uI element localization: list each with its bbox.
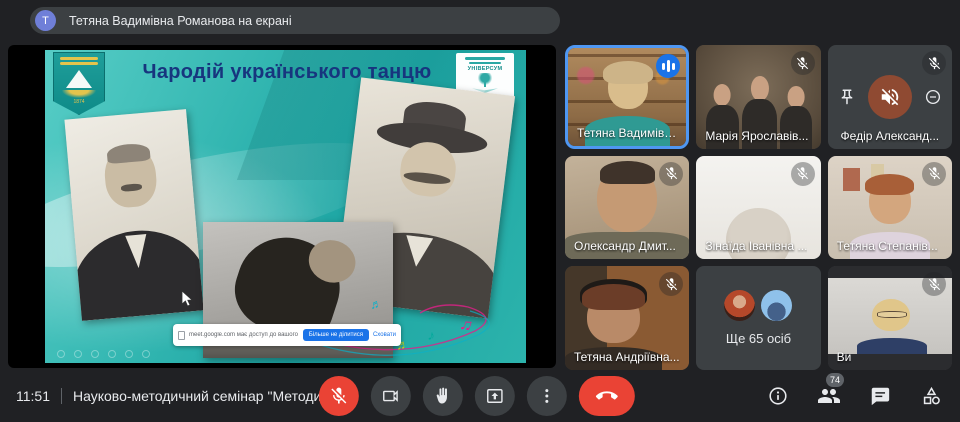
chat-panel-button[interactable]	[867, 383, 893, 409]
participant-name: Тетяна Степанів...	[837, 239, 938, 253]
emblem-book-icon	[66, 70, 92, 88]
participant-tile-zinaida[interactable]: Зінаїда Іванівна ...	[696, 156, 820, 260]
pin-icon[interactable]	[838, 88, 856, 106]
overflow-avatars	[724, 290, 792, 321]
participants-count-badge: 74	[826, 373, 844, 387]
raise-hand-button[interactable]	[423, 376, 463, 416]
stop-sharing-button[interactable]: Більше не ділитися	[303, 329, 369, 341]
overflow-participants-tile[interactable]: Ще 65 осіб	[696, 266, 820, 370]
participant-name: Тетяна Андріївна...	[574, 350, 680, 364]
camera-toggle-button[interactable]	[371, 376, 411, 416]
participant-name: Тетяна Вадимівн...	[577, 126, 679, 140]
meeting-details-button[interactable]	[765, 383, 791, 409]
top-bar: T Тетяна Вадимівна Романова на екрані	[0, 0, 960, 40]
participant-tile-oleksandr[interactable]: Олександр Дмит...	[565, 156, 689, 260]
present-screen-button[interactable]	[475, 376, 515, 416]
call-end-icon	[596, 385, 618, 407]
present-icon	[485, 386, 505, 406]
avatar	[724, 290, 755, 321]
people-icon	[817, 384, 841, 408]
mic-off-icon	[659, 162, 683, 186]
more-vert-icon	[537, 386, 557, 406]
screen-share-notification: meet.google.com має доступ до вашого екр…	[173, 324, 401, 346]
hide-notification-link[interactable]: Сховати	[373, 332, 396, 338]
university-emblem: 1874	[53, 52, 105, 115]
meeting-title: Науково-методичний семінар "Методика...	[73, 388, 328, 404]
participant-name: Зінаїда Іванівна ...	[705, 239, 807, 253]
meet-window: T Тетяна Вадимівна Романова на екрані 18…	[0, 0, 960, 422]
participant-tile-tetyana-stepanivna[interactable]: Тетяна Степанів...	[828, 156, 952, 260]
self-view-label: Ви	[837, 350, 852, 364]
participant-tile-fedir[interactable]: Федір Александ...	[828, 45, 952, 149]
presenting-banner: T Тетяна Вадимівна Романова на екрані	[30, 7, 560, 34]
mic-toggle-button[interactable]	[319, 376, 359, 416]
participant-name: Олександр Дмит...	[574, 239, 676, 253]
overflow-count-label: Ще 65 осіб	[726, 331, 791, 346]
self-view-tile[interactable]: Ви	[828, 266, 952, 370]
mic-off-icon	[922, 162, 946, 186]
participants-grid: Тетяна Вадимівн... Марія Ярославів...	[565, 45, 952, 370]
mic-off-icon	[329, 386, 349, 406]
watermark-dots	[57, 350, 150, 358]
share-message: meet.google.com має доступ до вашого екр…	[189, 332, 299, 338]
avatar	[761, 290, 792, 321]
mic-off-icon	[922, 51, 946, 75]
mic-off-icon	[791, 162, 815, 186]
bottom-bar: 11:51 Науково-методичний семінар "Методи…	[0, 370, 960, 422]
participant-tile-tetyana-andriivna[interactable]: Тетяна Андріївна...	[565, 266, 689, 370]
camera-icon	[381, 386, 401, 406]
mouse-cursor	[181, 290, 194, 308]
participants-panel-button[interactable]: 74	[816, 383, 842, 409]
presentation-slide: 1874 Чародій українського танцю УНІВЕРСУ…	[45, 50, 526, 363]
more-options-button[interactable]	[527, 376, 567, 416]
end-call-button[interactable]	[579, 376, 635, 416]
shared-screen-stage: 1874 Чародій українського танцю УНІВЕРСУ…	[8, 45, 556, 368]
participant-tile-mariya[interactable]: Марія Ярославів...	[696, 45, 820, 149]
site-icon	[178, 331, 185, 340]
emblem-year: 1874	[73, 99, 84, 105]
slide-title: Чародій українського танцю	[107, 61, 467, 84]
activities-panel-button[interactable]	[918, 383, 944, 409]
tree-icon	[477, 73, 493, 87]
emblem-rays	[62, 90, 96, 98]
remove-participant-icon[interactable]	[924, 88, 942, 106]
music-notes-decoration: ♪ ♫ ♬ ♪ ♫ ♬	[300, 279, 510, 363]
info-icon	[767, 385, 789, 407]
universum-logo-text: УНІВЕРСУМ	[468, 66, 503, 72]
activities-shapes-icon	[920, 385, 943, 408]
chat-icon	[869, 385, 891, 407]
participant-name: Федір Александ...	[841, 129, 940, 143]
clock-time: 11:51	[16, 388, 50, 404]
participant-tile-tetyana-vadymivna[interactable]: Тетяна Вадимівн...	[565, 45, 689, 149]
music-note: ♬	[369, 296, 383, 312]
presenter-avatar: T	[35, 10, 56, 31]
participant-name: Марія Ярославів...	[705, 129, 808, 143]
presenting-text: Тетяна Вадимівна Романова на екрані	[69, 14, 292, 28]
divider	[61, 388, 62, 404]
audio-muted-avatar[interactable]	[868, 75, 912, 119]
mic-off-icon	[791, 51, 815, 75]
hand-icon	[433, 386, 453, 406]
